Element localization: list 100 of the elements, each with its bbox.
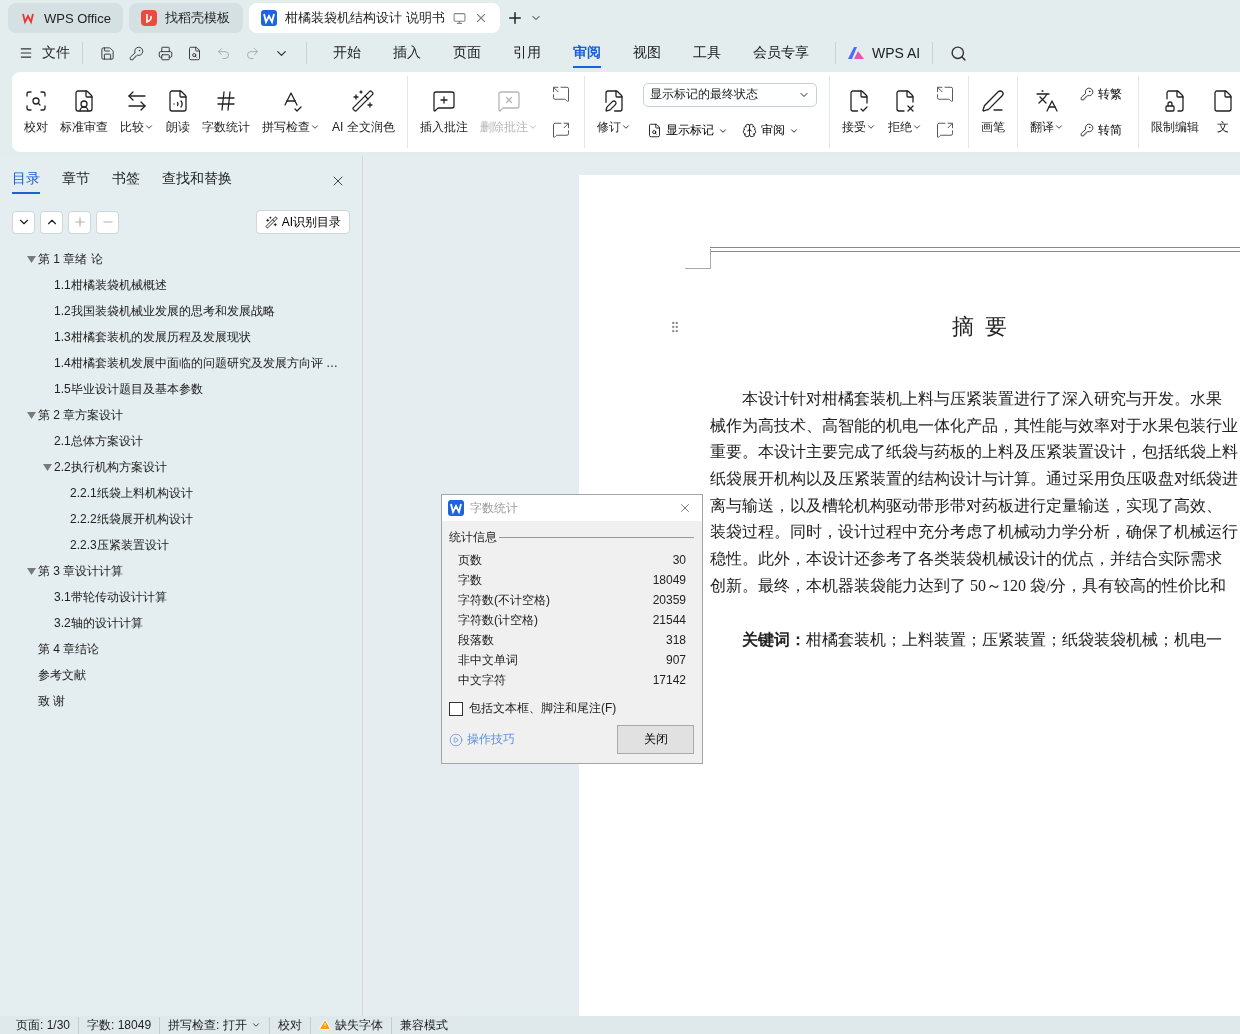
previous-comment-icon[interactable] <box>935 85 954 103</box>
sidebar-tab[interactable]: 章节 <box>62 168 90 194</box>
toc-item[interactable]: 3.1带轮传动设计计算 <box>54 588 167 606</box>
ribbon-button[interactable]: 审阅 <box>737 120 803 142</box>
document-lock-icon <box>1162 88 1187 113</box>
app-tab[interactable]: WPS Office <box>8 3 123 33</box>
file-menu[interactable]: 文件 <box>42 44 70 62</box>
stat-value: 907 <box>665 653 686 667</box>
toc-item[interactable]: 2.2.2纸袋展开机构设计 <box>70 510 193 528</box>
ribbon-button[interactable]: 朗读 <box>160 76 196 148</box>
status-item[interactable]: 缺失字体 <box>334 1016 383 1034</box>
stat-label: 中文字符 <box>458 671 506 689</box>
toc-item[interactable]: 1.4柑橘套装机发展中面临的问题研究及发展方向评 … <box>54 354 338 372</box>
stat-value: 30 <box>672 553 686 567</box>
status-item[interactable]: 字数: 18049 <box>87 1016 152 1034</box>
ribbon-tab[interactable]: 页面 <box>453 38 481 68</box>
status-item[interactable]: 页面: 1/30 <box>16 1016 71 1034</box>
translate-icon <box>1034 88 1059 113</box>
markup-select[interactable]: 显示标记的最终状态 <box>642 82 817 107</box>
ribbon-button[interactable]: 校对 <box>18 76 54 148</box>
ai-toc-button[interactable]: AI识别目录 <box>255 210 350 234</box>
ribbon-button[interactable]: 标准审查 <box>54 76 114 148</box>
stat-label: 字符数(不计空格) <box>458 591 550 609</box>
comment-plus-icon <box>431 88 456 113</box>
stat-value: 21544 <box>652 613 686 627</box>
toc-item[interactable]: 1.5毕业设计题目及基本参数 <box>54 380 203 398</box>
pen-icon <box>980 88 1005 113</box>
ribbon-button[interactable]: AI 全文润色 <box>326 76 401 148</box>
collapse-button[interactable] <box>40 210 63 234</box>
ribbon-button[interactable]: 拒绝 <box>881 76 928 148</box>
ribbon-button[interactable]: 比较 <box>114 76 160 148</box>
ribbon-tab[interactable]: 工具 <box>693 38 721 68</box>
ribbon-button[interactable]: 翻译 <box>1023 76 1070 148</box>
toc-item[interactable]: 致 谢 <box>38 692 66 710</box>
collapse-button[interactable] <box>12 210 35 234</box>
stat-value: 20359 <box>652 593 686 607</box>
paragraph-line: 创新。最终，本机器装袋能力达到了 50～120 袋/分，具有较高的性价比和 <box>710 575 1228 596</box>
toc-item[interactable]: 2.2.1纸袋上料机构设计 <box>70 484 193 502</box>
toc-item[interactable]: 2.2执行机构方案设计 <box>54 458 167 476</box>
monitor-icon[interactable] <box>452 11 466 25</box>
ribbon-button[interactable]: 转繁 <box>1075 83 1126 105</box>
ribbon-tab[interactable]: 会员专享 <box>753 38 809 68</box>
crop-mark <box>685 249 711 269</box>
expand-triangle-icon[interactable] <box>26 567 36 575</box>
ribbon-button[interactable]: 接受 <box>835 76 882 148</box>
app-tab[interactable]: 找稻壳模板 <box>128 3 243 33</box>
sidebar-tab[interactable]: 目录 <box>12 168 40 194</box>
sidebar-tab[interactable]: 查找和替换 <box>162 168 232 194</box>
status-item[interactable]: 校对 <box>277 1016 302 1034</box>
chevron-down-icon[interactable] <box>250 1020 261 1030</box>
checkbox-label[interactable]: 包括文本框、脚注和尾注(F) <box>469 700 617 717</box>
toc-item[interactable]: 第 2 章方案设计 <box>38 406 124 424</box>
ribbon-tab[interactable]: 插入 <box>393 38 421 68</box>
ribbon-button[interactable]: 显示标记 <box>642 120 732 142</box>
toc-item[interactable]: 3.2轴的设计计算 <box>54 614 143 632</box>
document-icon <box>448 500 464 516</box>
ribbon-tab[interactable]: 视图 <box>633 38 661 68</box>
sidebar-tab[interactable]: 书签 <box>112 168 140 194</box>
toc-item[interactable]: 1.3柑橘套装机的发展历程及发展现状 <box>54 328 251 346</box>
ribbon-tab[interactable]: 审阅 <box>573 38 601 68</box>
comment-delete-icon <box>496 88 521 113</box>
toc-item[interactable]: 1.2我国装袋机械业发展的思考和发展战略 <box>54 302 275 320</box>
stat-label: 字数 <box>458 571 482 589</box>
ribbon-button[interactable]: 转简 <box>1075 119 1126 141</box>
ribbon-button[interactable]: 拼写检查 <box>256 76 326 148</box>
toc-item[interactable]: 第 4 章结论 <box>38 640 100 658</box>
expand-triangle-icon[interactable] <box>42 463 52 471</box>
status-item[interactable]: 兼容模式 <box>399 1016 448 1034</box>
proofread-icon <box>24 88 48 113</box>
ribbon-button[interactable]: 修订 <box>590 76 637 148</box>
ribbon-button[interactable]: 限制编辑 <box>1144 76 1205 148</box>
ribbon-button[interactable]: 画笔 <box>974 76 1011 148</box>
toc-item[interactable]: 参考文献 <box>38 666 86 684</box>
close-button[interactable]: 关闭 <box>617 725 694 754</box>
toc-item[interactable]: 2.2.3压紧装置设计 <box>70 536 169 554</box>
app-tab[interactable]: 柑橘装袋机结构设计 说明书 <box>248 3 500 33</box>
expand-triangle-icon[interactable] <box>26 255 36 263</box>
app-logo-icon <box>140 10 157 26</box>
expand-triangle-icon[interactable] <box>26 411 36 419</box>
ribbon-button[interactable]: 插入批注 <box>413 76 474 148</box>
wps-ai-menu[interactable]: WPS AI <box>872 45 921 61</box>
toc-item[interactable]: 1.1柑橘装袋机械概述 <box>54 276 167 294</box>
paragraph-line: 重要。本设计主要完成了纸袋与药板的上料及压紧装置设计，包括纸袋上料 <box>710 442 1239 463</box>
ribbon-tab[interactable]: 引用 <box>513 38 541 68</box>
toc-item[interactable]: 2.1总体方案设计 <box>54 432 143 450</box>
stat-label: 字符数(计空格) <box>458 611 538 629</box>
section-label: 统计信息 <box>449 529 497 546</box>
stat-value: 18049 <box>652 573 686 587</box>
document-title: 摘 要 <box>952 313 1007 341</box>
previous-comment-icon[interactable] <box>551 85 570 103</box>
toc-item[interactable]: 第 3 章设计计算 <box>38 562 124 580</box>
next-comment-icon[interactable] <box>551 121 570 139</box>
status-item[interactable]: 拼写检查: 打开 <box>168 1016 247 1034</box>
ribbon-tab[interactable]: 开始 <box>333 38 361 68</box>
next-comment-icon[interactable] <box>935 121 954 139</box>
ribbon-button[interactable]: 文 <box>1204 76 1240 148</box>
toc-item[interactable]: 第 1 章绪 论 <box>38 250 103 268</box>
stat-label: 非中文单词 <box>458 651 518 669</box>
checkbox[interactable] <box>449 701 463 716</box>
ribbon-button[interactable]: 字数统计 <box>196 76 256 148</box>
